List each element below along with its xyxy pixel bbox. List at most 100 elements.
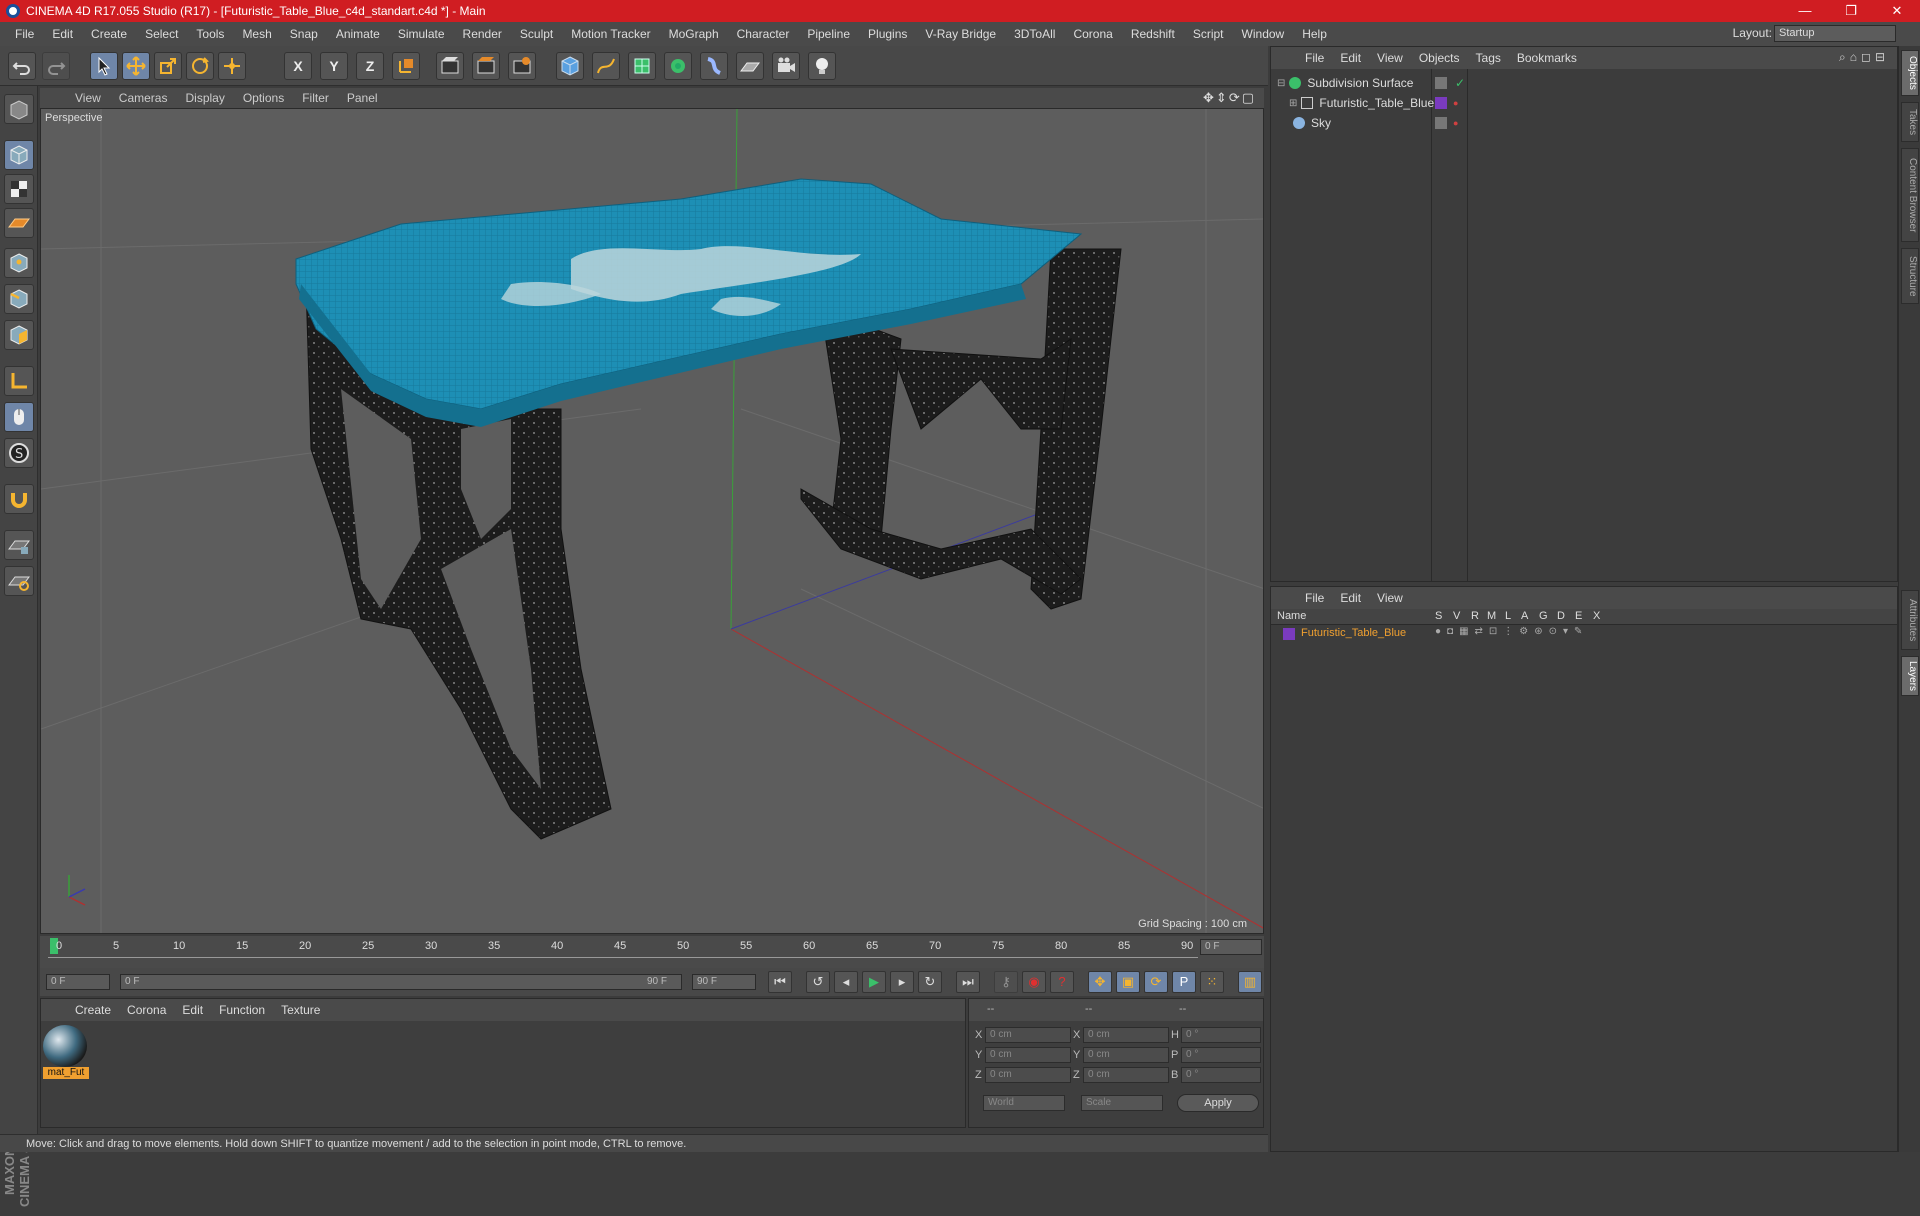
position-y-field[interactable]: 0 cm <box>985 1047 1071 1063</box>
menu-redshift[interactable]: Redshift <box>1122 27 1184 41</box>
vp-menu-options[interactable]: Options <box>234 91 293 105</box>
z-axis-lock[interactable]: Z <box>356 52 384 80</box>
obj-menu-edit[interactable]: Edit <box>1332 51 1369 65</box>
grid-snap-icon[interactable] <box>4 566 34 596</box>
vp-menu-filter[interactable]: Filter <box>293 91 338 105</box>
position-z-field[interactable]: 0 cm <box>985 1067 1071 1083</box>
menu-plugins[interactable]: Plugins <box>859 27 916 41</box>
goto-end-icon[interactable]: ⏭ <box>956 971 980 993</box>
layer-color-icon[interactable] <box>1435 97 1447 109</box>
subdivision-surface-icon[interactable] <box>628 52 656 80</box>
texture-mode-icon[interactable] <box>4 174 34 204</box>
minimize-button[interactable]: — <box>1782 0 1828 22</box>
coordinate-system-icon[interactable] <box>392 52 420 80</box>
cube-object-icon[interactable] <box>556 52 584 80</box>
tab-structure[interactable]: Structure <box>1901 248 1919 304</box>
visibility-dot-icon[interactable]: ● <box>1453 118 1458 128</box>
size-x-field[interactable]: 0 cm <box>1083 1027 1169 1043</box>
spline-pen-icon[interactable] <box>592 52 620 80</box>
col-solo[interactable]: S <box>1435 610 1442 622</box>
move-tool-icon[interactable] <box>122 52 150 80</box>
menu-simulate[interactable]: Simulate <box>389 27 454 41</box>
edges-mode-icon[interactable] <box>4 284 34 314</box>
x-axis-lock[interactable]: X <box>284 52 312 80</box>
layer-menu-view[interactable]: View <box>1369 591 1411 605</box>
vp-menu-panel[interactable]: Panel <box>338 91 387 105</box>
rotation-p-field[interactable]: 0 ° <box>1181 1047 1261 1063</box>
deformer-icon[interactable] <box>700 52 728 80</box>
mat-menu-edit[interactable]: Edit <box>174 1003 211 1017</box>
obj-menu-bookmarks[interactable]: Bookmarks <box>1509 51 1585 65</box>
object-row-subdivision-surface[interactable]: ⊟ Subdivision Surface ✓ <box>1271 73 1899 93</box>
auto-key-icon[interactable]: ? <box>1050 971 1074 993</box>
obj-search-home-icons[interactable]: ⌕⌂◻⊟ <box>1839 50 1889 65</box>
tab-takes[interactable]: Takes <box>1901 102 1919 142</box>
obj-menu-tags[interactable]: Tags <box>1468 51 1509 65</box>
restore-button[interactable]: ❐ <box>1828 0 1874 22</box>
polygons-mode-icon[interactable] <box>4 320 34 350</box>
next-key-icon[interactable]: ↻ <box>918 971 942 993</box>
menu-sculpt[interactable]: Sculpt <box>511 27 562 41</box>
menu-snap[interactable]: Snap <box>281 27 327 41</box>
layer-menu-edit[interactable]: Edit <box>1332 591 1369 605</box>
prev-key-icon[interactable]: ↺ <box>806 971 830 993</box>
end-frame-field[interactable]: 90 F <box>692 974 756 990</box>
render-view-icon[interactable] <box>436 52 464 80</box>
next-frame-icon[interactable]: ▸ <box>890 971 914 993</box>
record-icon[interactable]: ◉ <box>1022 971 1046 993</box>
live-selection-icon[interactable] <box>90 52 118 80</box>
menu-motion-tracker[interactable]: Motion Tracker <box>562 27 659 41</box>
layer-name[interactable]: Futuristic_Table_Blue <box>1301 627 1406 639</box>
size-mode-select[interactable]: Scale <box>1081 1095 1163 1111</box>
obj-menu-file[interactable]: File <box>1297 51 1332 65</box>
goto-start-icon[interactable]: ⏮ <box>768 971 792 993</box>
apply-button[interactable]: Apply <box>1177 1094 1259 1112</box>
tab-attributes[interactable]: Attributes <box>1901 590 1919 650</box>
col-render[interactable]: R <box>1471 610 1479 622</box>
workplane-lock-icon[interactable] <box>4 530 34 560</box>
render-settings-icon[interactable] <box>508 52 536 80</box>
object-row-sky[interactable]: Sky ● <box>1271 113 1899 133</box>
vp-menu-display[interactable]: Display <box>176 91 233 105</box>
floor-icon[interactable] <box>736 52 764 80</box>
keyframe-icon[interactable]: ⚷ <box>994 971 1018 993</box>
col-manager[interactable]: M <box>1487 610 1496 622</box>
menu-corona[interactable]: Corona <box>1064 27 1121 41</box>
timeline-window-icon[interactable]: ▥ <box>1238 971 1262 993</box>
obj-menu-objects[interactable]: Objects <box>1411 51 1468 65</box>
col-expressions[interactable]: E <box>1575 610 1582 622</box>
current-frame-field[interactable]: 0 F <box>1200 939 1262 955</box>
make-editable-icon[interactable] <box>4 94 34 124</box>
layer-tag-icon[interactable] <box>1435 117 1447 129</box>
workplane-mode-icon[interactable] <box>4 208 34 238</box>
model-mode-icon[interactable] <box>4 140 34 170</box>
vp-menu-view[interactable]: View <box>66 91 110 105</box>
visibility-dot-icon[interactable]: ● <box>1453 98 1458 108</box>
material-swatch[interactable]: mat_Fut <box>43 1025 89 1081</box>
menu-vray-bridge[interactable]: V-Ray Bridge <box>916 27 1005 41</box>
light-icon[interactable] <box>808 52 836 80</box>
undo-icon[interactable] <box>8 52 36 80</box>
obj-menu-view[interactable]: View <box>1369 51 1411 65</box>
position-x-field[interactable]: 0 cm <box>985 1027 1071 1043</box>
menu-pipeline[interactable]: Pipeline <box>798 27 859 41</box>
points-mode-icon[interactable] <box>4 248 34 278</box>
size-y-field[interactable]: 0 cm <box>1083 1047 1169 1063</box>
menu-help[interactable]: Help <box>1293 27 1336 41</box>
snap-icon[interactable]: S <box>4 438 34 468</box>
menu-create[interactable]: Create <box>82 27 136 41</box>
menu-mesh[interactable]: Mesh <box>233 27 280 41</box>
layout-select[interactable]: Startup <box>1774 25 1896 42</box>
col-view[interactable]: V <box>1453 610 1460 622</box>
rotate-key-icon[interactable]: ⟳ <box>1144 971 1168 993</box>
size-z-field[interactable]: 0 cm <box>1083 1067 1169 1083</box>
play-icon[interactable]: ▶ <box>862 971 886 993</box>
tab-layers[interactable]: Layers <box>1901 656 1919 696</box>
magnet-icon[interactable] <box>4 484 34 514</box>
frame-range-slider[interactable]: 0 F 90 F <box>120 974 682 990</box>
last-tool-icon[interactable] <box>218 52 246 80</box>
menu-select[interactable]: Select <box>136 27 187 41</box>
redo-icon[interactable] <box>42 52 70 80</box>
rotate-tool-icon[interactable] <box>186 52 214 80</box>
coordinate-mode-select[interactable]: World <box>983 1095 1065 1111</box>
